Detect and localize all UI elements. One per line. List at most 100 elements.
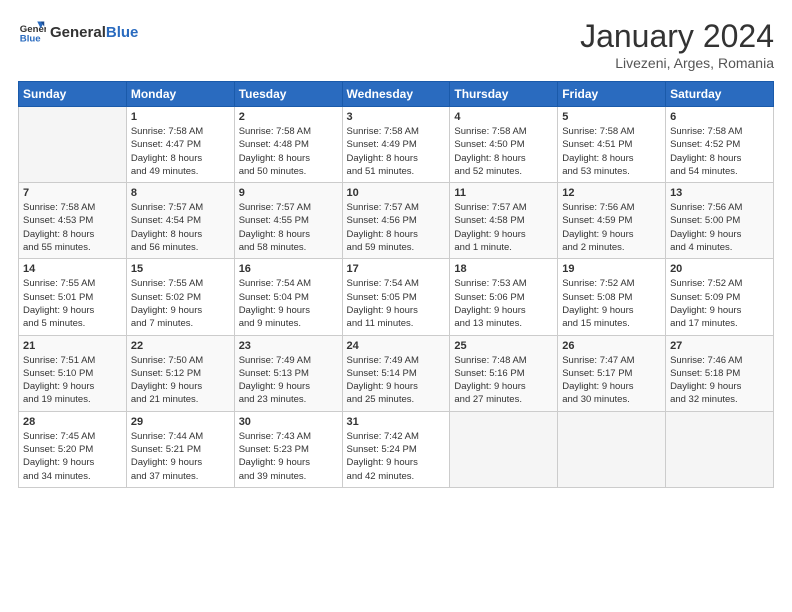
day-number: 16 xyxy=(239,263,338,275)
daylight-text-2: and 50 minutes. xyxy=(239,165,338,178)
logo-blue: Blue xyxy=(106,24,139,41)
daylight-text-2: and 13 minutes. xyxy=(454,317,553,330)
daylight-text-2: and 1 minute. xyxy=(454,241,553,254)
daylight-text-2: and 4 minutes. xyxy=(670,241,769,254)
sunset-text: Sunset: 5:01 PM xyxy=(23,291,122,304)
header-thursday: Thursday xyxy=(450,82,558,107)
calendar-week-4: 21Sunrise: 7:51 AMSunset: 5:10 PMDayligh… xyxy=(19,335,774,411)
daylight-text-2: and 37 minutes. xyxy=(131,470,230,483)
sunrise-text: Sunrise: 7:56 AM xyxy=(670,201,769,214)
day-number: 7 xyxy=(23,187,122,199)
day-number: 14 xyxy=(23,263,122,275)
sunset-text: Sunset: 5:00 PM xyxy=(670,214,769,227)
daylight-text-2: and 53 minutes. xyxy=(562,165,661,178)
sunset-text: Sunset: 4:53 PM xyxy=(23,214,122,227)
sunrise-text: Sunrise: 7:56 AM xyxy=(562,201,661,214)
sunset-text: Sunset: 4:50 PM xyxy=(454,138,553,151)
calendar-cell: 11 Sunrise: 7:57 AMSunset: 4:58 PMDayligh… xyxy=(450,183,558,259)
daylight-text: Daylight: 9 hours xyxy=(347,380,446,393)
daylight-text-2: and 5 minutes. xyxy=(23,317,122,330)
day-info: Sunrise: 7:56 AMSunset: 4:59 PMDaylight:… xyxy=(562,201,661,254)
day-number: 10 xyxy=(347,187,446,199)
day-info: Sunrise: 7:49 AMSunset: 5:13 PMDaylight:… xyxy=(239,354,338,407)
header-tuesday: Tuesday xyxy=(234,82,342,107)
day-number: 18 xyxy=(454,263,553,275)
sunset-text: Sunset: 5:06 PM xyxy=(454,291,553,304)
daylight-text-2: and 30 minutes. xyxy=(562,393,661,406)
sunrise-text: Sunrise: 7:55 AM xyxy=(23,277,122,290)
day-number: 6 xyxy=(670,111,769,123)
daylight-text: Daylight: 9 hours xyxy=(23,380,122,393)
sunset-text: Sunset: 5:08 PM xyxy=(562,291,661,304)
sunset-text: Sunset: 4:56 PM xyxy=(347,214,446,227)
day-number: 28 xyxy=(23,416,122,428)
calendar-cell: 23Sunrise: 7:49 AMSunset: 5:13 PMDayligh… xyxy=(234,335,342,411)
daylight-text: Daylight: 9 hours xyxy=(454,228,553,241)
day-info: Sunrise: 7:50 AMSunset: 5:12 PMDaylight:… xyxy=(131,354,230,407)
daylight-text-2: and 15 minutes. xyxy=(562,317,661,330)
day-number: 20 xyxy=(670,263,769,275)
daylight-text-2: and 34 minutes. xyxy=(23,470,122,483)
header-saturday: Saturday xyxy=(666,82,774,107)
daylight-text: Daylight: 8 hours xyxy=(454,152,553,165)
daylight-text: Daylight: 8 hours xyxy=(670,152,769,165)
sunset-text: Sunset: 4:47 PM xyxy=(131,138,230,151)
daylight-text: Daylight: 9 hours xyxy=(454,304,553,317)
day-info: Sunrise: 7:57 AMSunset: 4:58 PMDaylight:… xyxy=(454,201,553,254)
calendar-cell: 16Sunrise: 7:54 AMSunset: 5:04 PMDayligh… xyxy=(234,259,342,335)
day-number: 9 xyxy=(239,187,338,199)
daylight-text-2: and 7 minutes. xyxy=(131,317,230,330)
day-number: 12 xyxy=(562,187,661,199)
day-number: 30 xyxy=(239,416,338,428)
logo-icon: General Blue xyxy=(18,18,46,46)
day-info: Sunrise: 7:48 AMSunset: 5:16 PMDaylight:… xyxy=(454,354,553,407)
day-info: Sunrise: 7:58 AMSunset: 4:51 PMDaylight:… xyxy=(562,125,661,178)
day-number: 27 xyxy=(670,340,769,352)
calendar-week-3: 14Sunrise: 7:55 AMSunset: 5:01 PMDayligh… xyxy=(19,259,774,335)
calendar-cell xyxy=(19,107,127,183)
sunrise-text: Sunrise: 7:46 AM xyxy=(670,354,769,367)
sunrise-text: Sunrise: 7:58 AM xyxy=(454,125,553,138)
day-info: Sunrise: 7:58 AMSunset: 4:47 PMDaylight:… xyxy=(131,125,230,178)
day-number: 11 xyxy=(454,187,553,199)
sunset-text: Sunset: 5:16 PM xyxy=(454,367,553,380)
daylight-text-2: and 39 minutes. xyxy=(239,470,338,483)
daylight-text: Daylight: 9 hours xyxy=(454,380,553,393)
sunrise-text: Sunrise: 7:55 AM xyxy=(131,277,230,290)
sunrise-text: Sunrise: 7:58 AM xyxy=(23,201,122,214)
daylight-text: Daylight: 9 hours xyxy=(347,304,446,317)
day-info: Sunrise: 7:57 AMSunset: 4:56 PMDaylight:… xyxy=(347,201,446,254)
calendar-cell: 18Sunrise: 7:53 AMSunset: 5:06 PMDayligh… xyxy=(450,259,558,335)
day-info: Sunrise: 7:43 AMSunset: 5:23 PMDaylight:… xyxy=(239,430,338,483)
calendar-cell: 21Sunrise: 7:51 AMSunset: 5:10 PMDayligh… xyxy=(19,335,127,411)
day-info: Sunrise: 7:56 AMSunset: 5:00 PMDaylight:… xyxy=(670,201,769,254)
daylight-text-2: and 9 minutes. xyxy=(239,317,338,330)
day-info: Sunrise: 7:58 AMSunset: 4:48 PMDaylight:… xyxy=(239,125,338,178)
calendar-cell: 25Sunrise: 7:48 AMSunset: 5:16 PMDayligh… xyxy=(450,335,558,411)
daylight-text-2: and 54 minutes. xyxy=(670,165,769,178)
day-info: Sunrise: 7:51 AMSunset: 5:10 PMDaylight:… xyxy=(23,354,122,407)
daylight-text-2: and 21 minutes. xyxy=(131,393,230,406)
day-number: 19 xyxy=(562,263,661,275)
header-monday: Monday xyxy=(126,82,234,107)
sunrise-text: Sunrise: 7:49 AM xyxy=(347,354,446,367)
daylight-text: Daylight: 8 hours xyxy=(23,228,122,241)
calendar-week-5: 28 Sunrise: 7:45 AMSunset: 5:20 PMDayligh… xyxy=(19,411,774,487)
day-info: Sunrise: 7:45 AMSunset: 5:20 PMDaylight:… xyxy=(23,430,122,483)
calendar-cell: 19Sunrise: 7:52 AMSunset: 5:08 PMDayligh… xyxy=(558,259,666,335)
day-info: Sunrise: 7:55 AMSunset: 5:02 PMDaylight:… xyxy=(131,277,230,330)
daylight-text: Daylight: 9 hours xyxy=(131,380,230,393)
daylight-text-2: and 25 minutes. xyxy=(347,393,446,406)
day-info: Sunrise: 7:58 AMSunset: 4:50 PMDaylight:… xyxy=(454,125,553,178)
calendar-cell: 31Sunrise: 7:42 AMSunset: 5:24 PMDayligh… xyxy=(342,411,450,487)
daylight-text: Daylight: 9 hours xyxy=(23,456,122,469)
daylight-text: Daylight: 9 hours xyxy=(347,456,446,469)
day-number: 13 xyxy=(670,187,769,199)
day-info: Sunrise: 7:49 AMSunset: 5:14 PMDaylight:… xyxy=(347,354,446,407)
calendar-cell: 3Sunrise: 7:58 AMSunset: 4:49 PMDaylight… xyxy=(342,107,450,183)
sunset-text: Sunset: 5:23 PM xyxy=(239,443,338,456)
daylight-text-2: and 55 minutes. xyxy=(23,241,122,254)
daylight-text: Daylight: 9 hours xyxy=(562,228,661,241)
sunrise-text: Sunrise: 7:52 AM xyxy=(562,277,661,290)
logo: General Blue General Blue xyxy=(18,18,138,46)
